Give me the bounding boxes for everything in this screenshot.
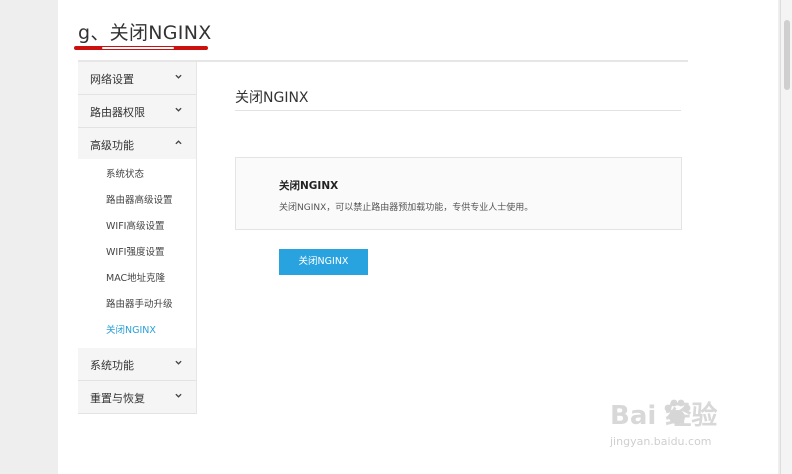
chevron-down-icon <box>175 360 182 365</box>
sidebar-item-wifi-strength[interactable]: WIFI强度设置 <box>78 237 196 263</box>
watermark: Bai 经验 jingyan.baidu.com <box>610 395 760 457</box>
chevron-down-icon <box>175 74 182 79</box>
sidebar-section-label: 高级功能 <box>90 139 134 152</box>
watermark-url: jingyan.baidu.com <box>610 435 712 448</box>
sidebar-section-router-permission[interactable]: 路由器权限 <box>78 95 196 128</box>
sidebar-section-label: 系统功能 <box>90 359 134 372</box>
sidebar-item-router-advanced[interactable]: 路由器高级设置 <box>78 185 196 211</box>
sidebar-item-system-status[interactable]: 系统状态 <box>78 159 196 185</box>
sidebar-item-wifi-advanced[interactable]: WIFI高级设置 <box>78 211 196 237</box>
advanced-submenu: 系统状态 路由器高级设置 WIFI高级设置 WIFI强度设置 MAC地址克隆 路… <box>78 159 196 349</box>
info-description: 关闭NGINX，可以禁止路由器预加载功能，专供专业人士使用。 <box>279 203 534 213</box>
sidebar-item-disable-nginx[interactable]: 关闭NGINX <box>78 315 196 341</box>
chevron-down-icon <box>175 393 182 398</box>
chevron-up-icon <box>175 140 182 145</box>
sidebar-section-label: 路由器权限 <box>90 106 145 119</box>
scrollbar-thumb[interactable] <box>784 20 790 90</box>
sidebar-item-label: 路由器手动升级 <box>106 299 173 310</box>
sidebar-item-label: WIFI强度设置 <box>106 247 165 258</box>
info-heading: 关闭NGINX <box>279 180 339 192</box>
sidebar-section-label: 重置与恢复 <box>90 392 145 405</box>
sidebar: 网络设置 路由器权限 高级功能 系统状态 路由器高级设置 WIFI高级设置 WI… <box>78 62 197 414</box>
sidebar-item-mac-clone[interactable]: MAC地址克隆 <box>78 263 196 289</box>
sidebar-item-label: 系统状态 <box>106 169 145 180</box>
sidebar-section-advanced[interactable]: 高级功能 <box>78 128 196 161</box>
disable-nginx-button[interactable]: 关闭NGINX <box>279 249 368 275</box>
sidebar-section-system[interactable]: 系统功能 <box>78 348 196 381</box>
sidebar-item-manual-upgrade[interactable]: 路由器手动升级 <box>78 289 196 315</box>
sidebar-section-label: 网络设置 <box>90 73 134 86</box>
paw-icon <box>664 399 691 424</box>
title-divider <box>235 110 681 111</box>
sidebar-item-label: MAC地址克隆 <box>106 273 166 284</box>
chevron-down-icon <box>175 107 182 112</box>
sidebar-item-label: 路由器高级设置 <box>106 195 173 206</box>
sidebar-item-label: WIFI高级设置 <box>106 221 165 232</box>
info-panel: 关闭NGINX 关闭NGINX，可以禁止路由器预加载功能，专供专业人士使用。 <box>235 157 682 230</box>
step-title: g、关闭NGINX <box>78 22 212 44</box>
annotation-underline-highlight <box>102 47 174 49</box>
sidebar-section-network[interactable]: 网络设置 <box>78 62 196 95</box>
page-title: 关闭NGINX <box>235 90 309 106</box>
sidebar-section-reset-restore[interactable]: 重置与恢复 <box>78 381 196 414</box>
sidebar-item-label: 关闭NGINX <box>106 325 156 336</box>
vertical-scrollbar[interactable] <box>780 0 792 474</box>
